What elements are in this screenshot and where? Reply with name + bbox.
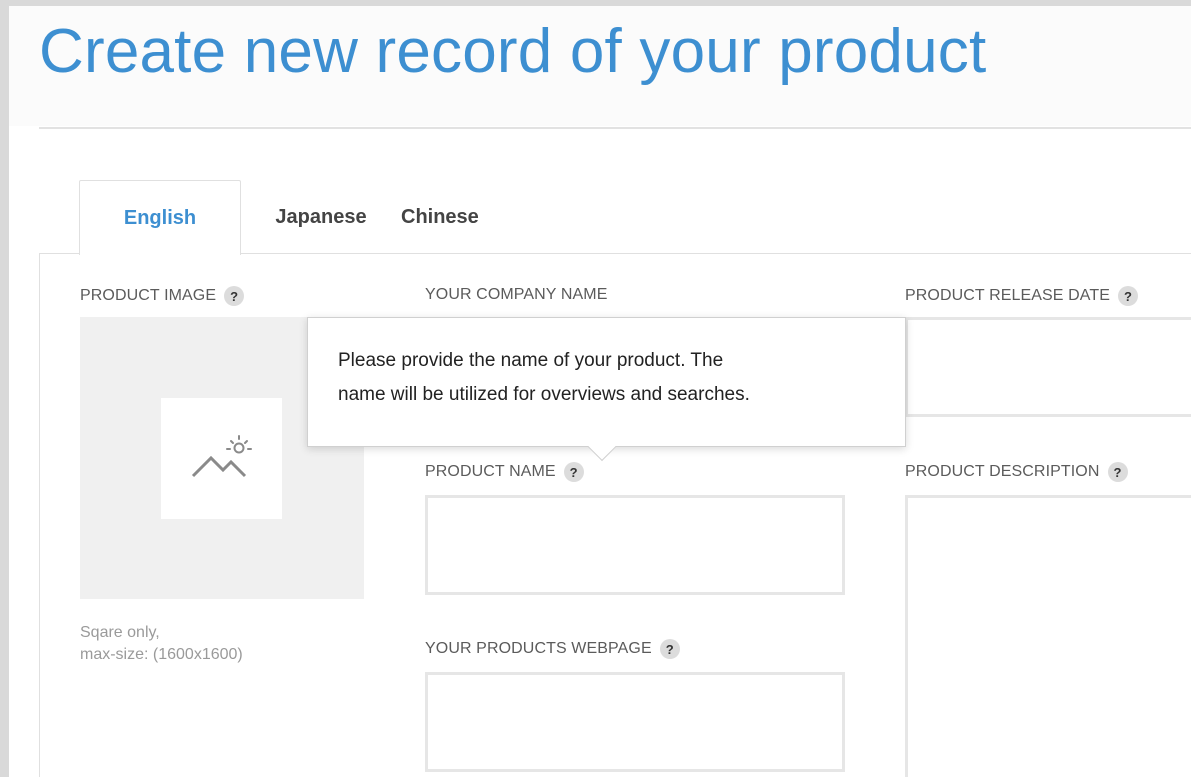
mountain-sun-icon: [191, 434, 252, 477]
image-size-hint: Sqare only, max-size: (1600x1600): [80, 622, 340, 666]
window-frame: Create new record of your product Englis…: [0, 0, 1191, 777]
company-name-label-row: YOUR COMPANY NAME: [425, 286, 607, 304]
product-image-label-row: PRODUCT IMAGE ?: [80, 286, 245, 306]
description-textarea[interactable]: [905, 495, 1191, 777]
product-name-tooltip: Please provide the name of your product.…: [307, 317, 906, 462]
header-divider: [39, 127, 1191, 129]
product-name-help-icon[interactable]: ?: [563, 462, 584, 482]
tab-english[interactable]: English: [79, 180, 241, 255]
product-name-label: PRODUCT NAME: [425, 463, 556, 480]
webpage-input[interactable]: [425, 672, 845, 772]
company-name-label: YOUR COMPANY NAME: [425, 286, 608, 303]
release-date-help-icon[interactable]: ?: [1118, 286, 1139, 306]
tab-english-label: English: [123, 206, 197, 229]
tab-chinese[interactable]: Chinese: [401, 180, 531, 254]
product-image-help-icon[interactable]: ?: [224, 286, 245, 306]
description-label: PRODUCT DESCRIPTION: [905, 463, 1100, 480]
tooltip-line2: name will be utilized for overviews and …: [338, 384, 750, 405]
description-help-icon[interactable]: ?: [1107, 462, 1128, 482]
product-image-label: PRODUCT IMAGE: [80, 287, 217, 304]
tab-japanese-label: Japanese: [275, 205, 367, 228]
product-name-input[interactable]: [425, 495, 845, 595]
webpage-label: YOUR PRODUCTS WEBPAGE: [425, 640, 652, 657]
tab-chinese-label: Chinese: [401, 205, 479, 228]
product-name-label-row: PRODUCT NAME ?: [425, 462, 584, 482]
webpage-help-icon[interactable]: ?: [659, 639, 680, 659]
image-placeholder-icon: [161, 398, 282, 519]
image-hint-line2: max-size: (1600x1600): [80, 646, 243, 663]
description-label-row: PRODUCT DESCRIPTION ?: [905, 462, 1128, 482]
release-date-label-row: PRODUCT RELEASE DATE ?: [905, 286, 1139, 306]
page-title: Create new record of your product: [39, 17, 987, 86]
release-date-input[interactable]: [905, 317, 1191, 417]
release-date-label: PRODUCT RELEASE DATE: [905, 287, 1111, 304]
tooltip-line1: Please provide the name of your product.…: [338, 350, 724, 371]
webpage-label-row: YOUR PRODUCTS WEBPAGE ?: [425, 639, 680, 659]
image-hint-line1: Sqare only,: [80, 624, 160, 641]
tab-japanese[interactable]: Japanese: [241, 180, 401, 254]
